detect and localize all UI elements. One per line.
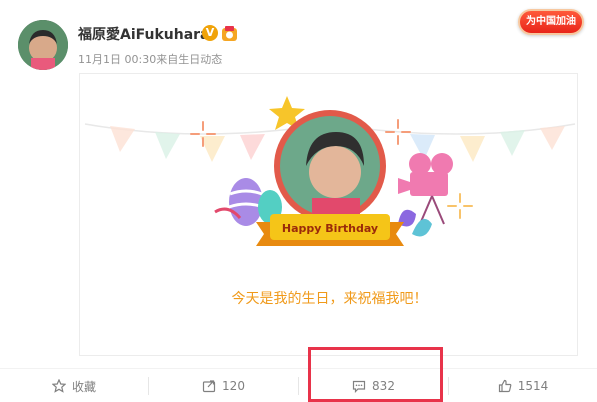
repost-count: 120 — [222, 379, 245, 393]
verified-icon: V — [202, 25, 218, 41]
birthday-card[interactable]: Happy Birthday 今天是我的生日，来祝福我吧！ — [79, 73, 578, 356]
medal-icon — [222, 26, 237, 41]
star-outline-icon — [51, 379, 66, 393]
comment-count: 832 — [372, 379, 395, 393]
repost-icon — [202, 380, 216, 393]
username[interactable]: 福原愛AiFukuhara — [78, 24, 210, 44]
banner-text: Happy Birthday — [282, 222, 378, 235]
like-count: 1514 — [517, 379, 549, 393]
repost-button[interactable]: 120 — [149, 369, 298, 402]
like-button[interactable]: 1514 — [449, 369, 597, 402]
favorite-label: 收藏 — [71, 379, 96, 394]
favorite-button[interactable]: 收藏 — [0, 369, 148, 402]
birthday-illustration: Happy Birthday — [84, 96, 576, 246]
comment-button[interactable]: 832 — [299, 369, 448, 402]
weibo-post: 福原愛AiFukuhara V 11月1日 00:30来自生日动态 为中国加油 — [0, 0, 597, 402]
comment-icon — [352, 380, 366, 393]
action-bar: 收藏 120 832 1514 — [0, 368, 597, 402]
birthday-message: 今天是我的生日，来祝福我吧！ — [231, 291, 428, 307]
avatar[interactable] — [18, 20, 68, 70]
thumbs-up-icon — [498, 379, 512, 393]
post-meta: 11月1日 00:30来自生日动态 — [78, 53, 223, 66]
cheer-badge[interactable]: 为中国加油 — [518, 9, 584, 35]
